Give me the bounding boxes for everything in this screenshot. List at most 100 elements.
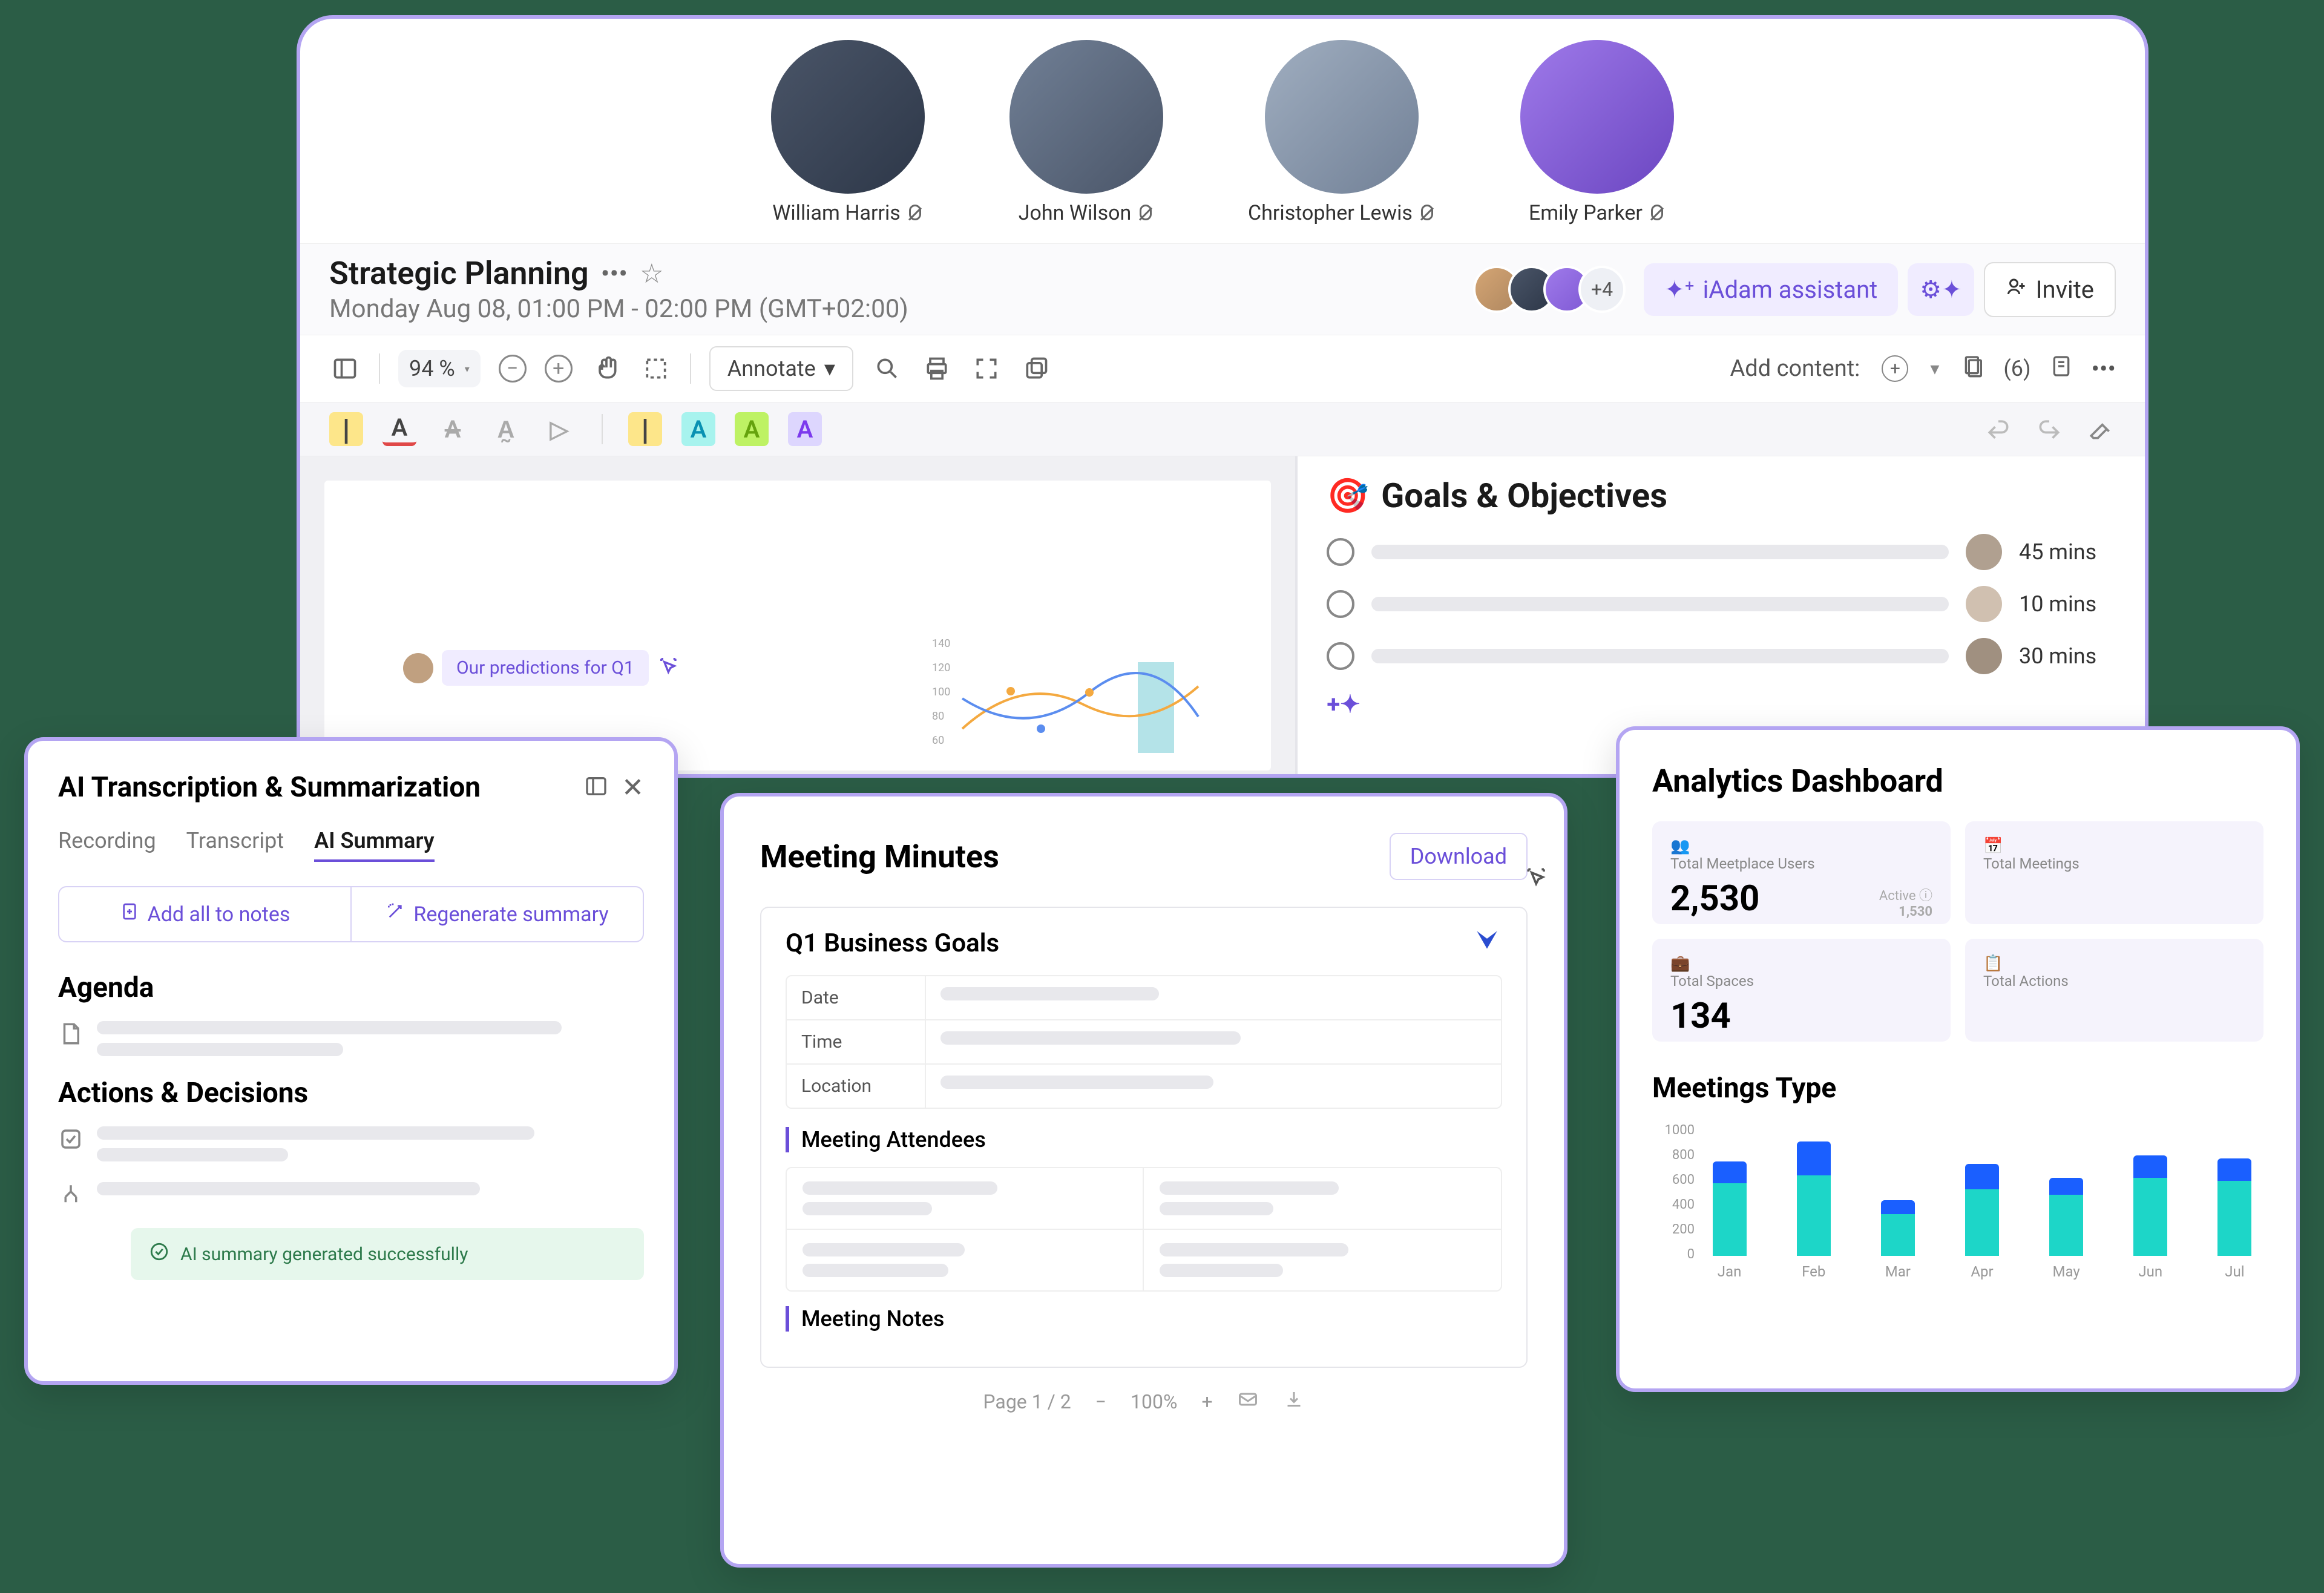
document-toolbar: 94 % ▾ − + Annotate ▾ Add content: + ▾ (… <box>300 335 2145 402</box>
goal-duration: 45 mins <box>2019 539 2116 565</box>
regenerate-summary-button[interactable]: Regenerate summary <box>352 887 643 941</box>
zoom-in-button[interactable]: + <box>1201 1390 1212 1413</box>
calendar-icon: 📅 <box>1983 837 2003 855</box>
avatar <box>1966 638 2002 674</box>
page-indicator: Page 1 / 2 <box>983 1390 1071 1413</box>
participant: William Harris <box>771 40 925 225</box>
radio-icon[interactable] <box>1327 590 1354 618</box>
meeting-minutes-panel: Meeting Minutes Download Q1 Business Goa… <box>720 793 1567 1568</box>
redo-icon[interactable] <box>2034 413 2065 445</box>
goal-item[interactable]: 45 mins <box>1327 534 2116 570</box>
extra-attendee-count[interactable]: +4 <box>1578 266 1626 313</box>
svg-text:120: 120 <box>932 662 950 674</box>
add-goal-button[interactable]: +✦ <box>1327 690 2116 718</box>
download-button[interactable]: Download <box>1390 833 1528 880</box>
sidebar-toggle-icon[interactable] <box>329 353 361 384</box>
stat-card-actions[interactable]: 📋 Total Actions <box>1965 939 2263 1042</box>
y-axis: 1000 800 600 400 200 0 <box>1652 1123 1695 1262</box>
marquee-select-icon[interactable] <box>640 353 672 384</box>
document-canvas[interactable]: Our predictions for Q1 140 120 100 80 60 <box>300 456 1295 778</box>
avatar <box>1520 40 1674 194</box>
mic-muted-icon <box>1649 205 1666 222</box>
briefcase-icon: 💼 <box>1670 954 1690 973</box>
actions-heading: Actions & Decisions <box>58 1077 644 1109</box>
x-tick-label: Jun <box>2138 1263 2162 1280</box>
stat-card-meetings[interactable]: 📅 Total Meetings <box>1965 821 2263 924</box>
goal-item[interactable]: 10 mins <box>1327 586 2116 622</box>
stat-value: 134 <box>1670 996 1932 1037</box>
meeting-title: Strategic Planning <box>329 255 589 292</box>
download-icon[interactable] <box>1283 1388 1305 1415</box>
invite-button[interactable]: Invite <box>1984 262 2116 317</box>
participant: Christopher Lewis <box>1248 40 1436 225</box>
meetings-type-chart: 1000 800 600 400 200 0 JanFebMarAprMayJu… <box>1652 1123 2263 1280</box>
stat-card-spaces[interactable]: 💼 Total Spaces 134 <box>1652 939 1951 1042</box>
mic-muted-icon <box>1419 205 1436 222</box>
page-count: (6) <box>2003 356 2030 381</box>
tab-transcript[interactable]: Transcript <box>186 828 284 862</box>
attendee-stack[interactable]: +4 <box>1485 266 1626 313</box>
close-icon[interactable]: ✕ <box>622 772 644 803</box>
radio-icon[interactable] <box>1327 538 1354 566</box>
info-icon[interactable]: ⓘ <box>1919 888 1932 904</box>
embedded-chart: 140 120 100 80 60 <box>932 638 1210 759</box>
chevron-down-icon: ▾ <box>465 363 470 375</box>
squiggly-underline-icon[interactable]: A̰ <box>489 412 523 446</box>
undo-icon[interactable] <box>1983 413 2014 445</box>
zoom-control[interactable]: 94 % ▾ <box>398 350 481 387</box>
highlighter-yellow-icon[interactable]: ❘ <box>329 412 363 446</box>
eraser-icon[interactable] <box>2084 413 2116 445</box>
more-icon[interactable]: ••• <box>601 258 628 289</box>
chart-bar: Feb <box>1785 1117 1842 1280</box>
cursor-click-icon <box>1524 865 1551 897</box>
stat-card-users[interactable]: 👥 Total Meetplace Users 2,530 Active ⓘ1,… <box>1652 821 1951 924</box>
meta-location-label: Location <box>787 1065 926 1108</box>
text-highlight-purple-icon[interactable]: A <box>788 412 822 446</box>
chevron-down-icon[interactable]: ▾ <box>1930 358 1939 379</box>
zoom-out-button[interactable]: − <box>499 355 527 383</box>
pan-hand-icon[interactable] <box>591 353 622 384</box>
star-icon[interactable]: ☆ <box>640 258 663 289</box>
annotate-button[interactable]: Annotate ▾ <box>709 346 853 391</box>
text-highlight-yellow-icon[interactable]: ❘ <box>628 412 662 446</box>
zoom-value: 94 % <box>409 356 455 381</box>
participant: Emily Parker <box>1520 40 1674 225</box>
magic-wand-icon <box>386 902 405 927</box>
insert-shape-icon[interactable]: ▷ <box>542 412 576 446</box>
format-toolbar: ❘ A A A̰ ▷ ❘ A A A <box>300 402 2145 456</box>
sidebar-toggle-icon[interactable] <box>584 774 608 801</box>
notes-icon[interactable] <box>2049 354 2073 384</box>
add-all-to-notes-button[interactable]: Add all to notes <box>59 887 352 941</box>
meeting-time: Monday Aug 08, 01:00 PM - 02:00 PM (GMT+… <box>329 294 1485 324</box>
fullscreen-icon[interactable] <box>971 353 1002 384</box>
chart-bar: May <box>2038 1117 2095 1280</box>
sparkle-icon: ✦⁺ <box>1664 275 1695 304</box>
participant-name: Christopher Lewis <box>1248 201 1413 225</box>
tab-ai-summary[interactable]: AI Summary <box>314 828 434 862</box>
add-content-button[interactable]: + <box>1882 355 1908 382</box>
zoom-out-button[interactable]: − <box>1095 1390 1106 1413</box>
tab-recording[interactable]: Recording <box>58 828 156 862</box>
assistant-button[interactable]: ✦⁺ iAdam assistant <box>1644 263 1898 316</box>
more-icon[interactable]: ••• <box>2092 355 2116 383</box>
x-tick-label: Jul <box>2225 1263 2244 1280</box>
pages-icon[interactable] <box>1961 354 1985 384</box>
text-highlight-cyan-icon[interactable]: A <box>681 412 715 446</box>
print-icon[interactable] <box>921 353 953 384</box>
zoom-in-button[interactable]: + <box>545 355 573 383</box>
assistant-settings-button[interactable]: ⚙✦ <box>1908 263 1974 316</box>
chart-bar: Mar <box>1869 1117 1926 1280</box>
svg-text:60: 60 <box>932 734 944 747</box>
popout-icon[interactable] <box>1020 353 1052 384</box>
radio-icon[interactable] <box>1327 642 1354 670</box>
comment-bubble[interactable]: Our predictions for Q1 <box>403 650 681 686</box>
underline-red-icon[interactable]: A <box>382 412 416 446</box>
text-highlight-green-icon[interactable]: A <box>735 412 769 446</box>
chevron-down-icon: ▾ <box>824 356 835 381</box>
goal-item[interactable]: 30 mins <box>1327 638 2116 674</box>
avatar <box>403 653 433 683</box>
mail-icon[interactable] <box>1237 1388 1259 1415</box>
x-tick-label: Jan <box>1718 1263 1742 1280</box>
strikethrough-icon[interactable]: A <box>436 412 470 446</box>
search-icon[interactable] <box>872 353 903 384</box>
